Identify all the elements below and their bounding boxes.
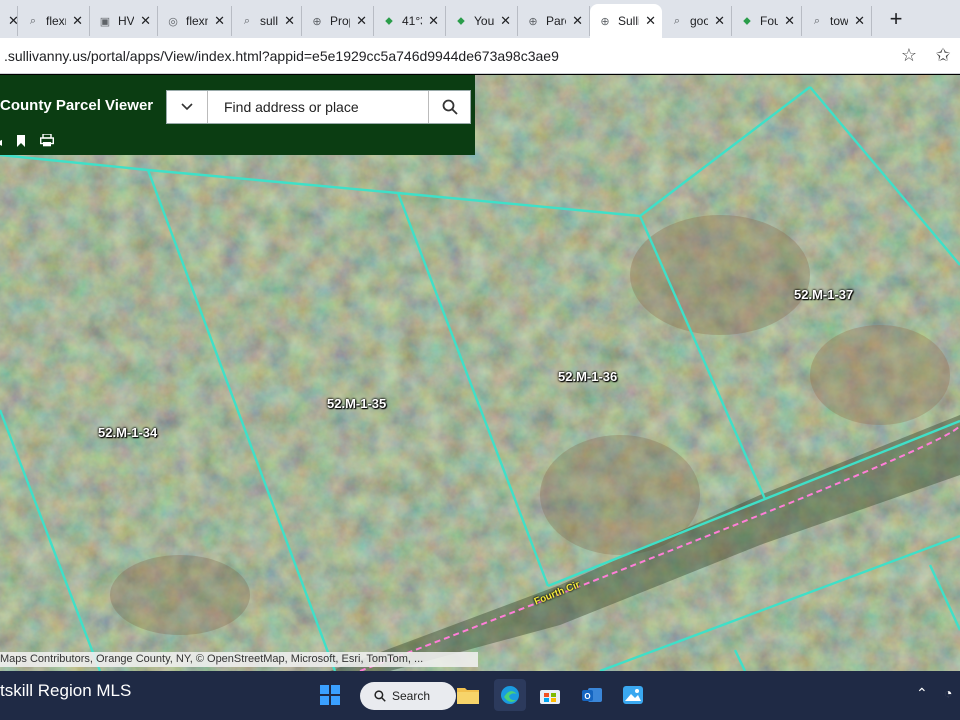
maps-pin-icon: ⬥ (385, 14, 393, 27)
outlook-icon[interactable]: O (576, 679, 608, 711)
browser-tab[interactable]: ⌕ goo ✕ (662, 6, 732, 36)
close-icon[interactable]: ✕ (714, 13, 725, 29)
browser-tab[interactable]: ⊕ Parc ✕ (518, 6, 590, 36)
file-explorer-icon[interactable] (452, 679, 484, 711)
close-icon[interactable]: ✕ (854, 13, 865, 29)
store-icon[interactable] (534, 679, 566, 711)
browser-tab-label: town (830, 14, 849, 28)
measure-icon[interactable]: ◂ (0, 135, 2, 149)
bookmark-icon[interactable] (16, 134, 26, 150)
search-source-dropdown[interactable] (167, 91, 208, 123)
globe-icon: ⊕ (528, 15, 538, 28)
chevron-up-icon[interactable]: ⌃ (916, 685, 928, 702)
browser-tab[interactable]: ◎ flexm ✕ (158, 6, 232, 36)
browser-tab[interactable]: ⬥ Your ✕ (446, 6, 518, 36)
browser-tab[interactable]: ⌕ town ✕ (802, 6, 872, 36)
close-icon[interactable]: ✕ (140, 13, 151, 29)
close-icon[interactable]: ✕ (284, 13, 295, 29)
maps-pin-icon: ⬥ (457, 14, 465, 27)
close-icon[interactable]: ✕ (572, 13, 583, 29)
photos-icon[interactable] (617, 679, 649, 711)
browser-tab-label: goo (690, 14, 709, 28)
map-attribution: Maps Contributors, Orange County, NY, © … (0, 652, 478, 667)
maps-pin-icon: ⬥ (743, 14, 751, 27)
close-icon[interactable]: ✕ (428, 13, 439, 29)
windows-start-icon[interactable] (314, 679, 346, 711)
parcel-label-52-m-1-34[interactable]: 52.M-1-34 (98, 425, 157, 440)
browser-tab-label: HVC (118, 14, 135, 28)
parcel-label-52-m-1-36[interactable]: 52.M-1-36 (558, 369, 617, 384)
close-icon[interactable]: ✕ (214, 13, 225, 29)
taskbar-search[interactable]: Search (360, 682, 456, 710)
svg-text:O: O (584, 692, 590, 701)
edge-browser-icon[interactable] (494, 679, 526, 711)
windows-taskbar: tskill Region MLS Search O ⌃ ◔ (0, 671, 960, 720)
browser-tab-label: Parc (546, 14, 566, 28)
globe-icon: ⊕ (312, 15, 322, 28)
bookmark-star-icon[interactable]: ☆ (892, 45, 926, 66)
browser-tab[interactable]: ⬥ Four ✕ (732, 6, 802, 36)
app-header: County Parcel Viewer ◂ (0, 75, 475, 155)
map-view[interactable]: 52.M-1-34 52.M-1-35 52.M-1-36 52.M-1-37 … (0, 75, 960, 671)
close-icon[interactable]: ✕ (356, 13, 367, 29)
browser-tab[interactable]: ⌕ flexm ✕ (18, 6, 90, 36)
browser-tab-label: Four (760, 14, 778, 28)
browser-tab-label: Your (474, 14, 495, 28)
address-bar: .sullivanny.us/portal/apps/View/index.ht… (0, 38, 960, 74)
close-icon[interactable]: ✕ (645, 13, 656, 29)
close-icon[interactable]: ✕ (8, 13, 17, 29)
browser-tab-label: Sulli (618, 14, 640, 28)
globe-icon: ⊕ (600, 15, 610, 28)
browser-tab-label: Prop (330, 14, 350, 28)
image-icon: ▣ (99, 15, 111, 28)
browser-tab-strip: 4✕ ⌕ flexm ✕ ▣ HVC ✕ ◎ flexm ✕ ⌕ sulli ✕ ⊕ Prop ✕ ⬥ 41°3 ✕… (0, 0, 960, 38)
browser-tab-label: sulli (260, 14, 279, 28)
search-icon: ⌕ (243, 14, 251, 27)
print-icon[interactable] (40, 133, 55, 150)
browser-tab[interactable]: 4✕ (0, 6, 18, 36)
close-icon[interactable]: ✕ (500, 13, 511, 29)
browser-tab-label: 41°3 (402, 14, 422, 28)
aerial-imagery (0, 75, 960, 671)
search-icon (442, 99, 458, 115)
chevron-down-icon (181, 103, 193, 111)
url-field[interactable]: .sullivanny.us/portal/apps/View/index.ht… (0, 48, 892, 64)
favorites-icon[interactable]: ✩ (926, 45, 960, 66)
browser-tab-label: flexm (46, 14, 66, 28)
search-button[interactable] (428, 91, 470, 123)
search-icon: ⌕ (813, 14, 821, 27)
search-input[interactable] (208, 91, 428, 123)
new-tab-button[interactable]: + (878, 6, 914, 32)
shield-icon: ◎ (168, 15, 178, 28)
close-icon[interactable]: ✕ (72, 13, 83, 29)
toolbar: ◂ (0, 132, 55, 152)
parcel-label-52-m-1-37[interactable]: 52.M-1-37 (794, 287, 853, 302)
search-icon: ⌕ (673, 14, 681, 27)
search-icon (374, 690, 386, 702)
parcel-label-52-m-1-35[interactable]: 52.M-1-35 (327, 396, 386, 411)
search-box (166, 90, 471, 124)
app-title: County Parcel Viewer (0, 97, 154, 114)
search-icon: ⌕ (29, 14, 37, 27)
browser-tab[interactable]: ⊕ Prop ✕ (302, 6, 374, 36)
browser-tab[interactable]: ⬥ 41°3 ✕ (374, 6, 446, 36)
browser-tab[interactable]: ⊕ Sulli ✕ (590, 4, 662, 38)
close-icon[interactable]: ✕ (784, 13, 795, 29)
taskbar-search-label: Search (392, 689, 431, 703)
taskbar-window-title: tskill Region MLS (0, 681, 132, 700)
browser-tab-label: flexm (186, 14, 208, 28)
browser-tab[interactable]: ⌕ sulli ✕ (232, 6, 302, 36)
network-icon[interactable]: ◔ (944, 685, 952, 701)
browser-tab[interactable]: ▣ HVC ✕ (90, 6, 158, 36)
